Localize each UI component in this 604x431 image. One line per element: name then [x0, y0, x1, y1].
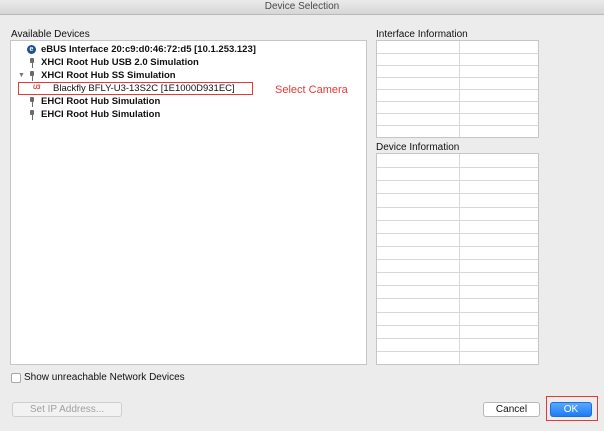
ebus-icon: e [27, 45, 36, 54]
device-grid-row-divider [377, 167, 538, 168]
device-grid-row-divider [377, 285, 538, 286]
device-grid-row-divider [377, 246, 538, 247]
device-grid-row-divider [377, 351, 538, 352]
available-devices-label: Available Devices [11, 29, 90, 40]
device-grid-row-divider [377, 220, 538, 221]
tree-item[interactable]: EHCI Root Hub Simulation [11, 108, 366, 121]
interface-information-grid [376, 40, 539, 138]
interface-grid-row-divider [377, 65, 538, 66]
device-grid-row-divider [377, 312, 538, 313]
interface-grid-row-divider [377, 113, 538, 114]
show-unreachable-label: Show unreachable Network Devices [24, 372, 185, 383]
tree-item-label: EHCI Root Hub Simulation [41, 109, 161, 120]
tree-item-label: XHCI Root Hub USB 2.0 Simulation [41, 57, 199, 68]
device-grid-row-divider [377, 325, 538, 326]
disclosure-triangle-icon[interactable]: ▼ [18, 72, 25, 79]
tree-item-label: EHCI Root Hub Simulation [41, 96, 161, 107]
usb-icon [29, 71, 35, 81]
device-grid-row-divider [377, 193, 538, 194]
device-grid-row-divider [377, 338, 538, 339]
camera-highlight-box [18, 82, 253, 95]
tree-item[interactable]: ▼ XHCI Root Hub SS Simulation [11, 69, 366, 82]
cancel-button[interactable]: Cancel [483, 402, 540, 417]
device-information-label: Device Information [376, 142, 460, 153]
device-grid-row-divider [377, 259, 538, 260]
device-grid-row-divider [377, 180, 538, 181]
device-grid-row-divider [377, 207, 538, 208]
window-title: Device Selection [0, 0, 604, 15]
interface-grid-row-divider [377, 77, 538, 78]
ok-button[interactable]: OK [550, 402, 592, 417]
set-ip-address-button[interactable]: Set IP Address... [12, 402, 122, 417]
device-grid-row-divider [377, 298, 538, 299]
select-camera-annotation: Select Camera [275, 84, 348, 96]
tree-item[interactable]: EHCI Root Hub Simulation [11, 95, 366, 108]
device-grid-row-divider [377, 272, 538, 273]
show-unreachable-checkbox[interactable] [11, 373, 21, 383]
device-selection-window: Device Selection Available Devices e eBUS… [0, 0, 604, 431]
usb-icon [29, 97, 35, 107]
interface-information-label: Interface Information [376, 29, 468, 40]
available-devices-tree[interactable]: e eBUS Interface 20:c9:d0:46:72:d5 [10.1.… [10, 40, 367, 365]
tree-item[interactable]: e eBUS Interface 20:c9:d0:46:72:d5 [10.1.… [11, 43, 366, 56]
tree-item[interactable]: XHCI Root Hub USB 2.0 Simulation [11, 56, 366, 69]
tree-item-label: XHCI Root Hub SS Simulation [41, 70, 176, 81]
interface-grid-row-divider [377, 53, 538, 54]
interface-grid-row-divider [377, 101, 538, 102]
interface-grid-row-divider [377, 89, 538, 90]
usb-icon [29, 110, 35, 120]
tree-item-label: eBUS Interface 20:c9:d0:46:72:d5 [10.1.2… [41, 44, 256, 55]
device-information-grid [376, 153, 539, 365]
interface-grid-row-divider [377, 125, 538, 126]
usb-icon [29, 58, 35, 68]
device-grid-row-divider [377, 233, 538, 234]
